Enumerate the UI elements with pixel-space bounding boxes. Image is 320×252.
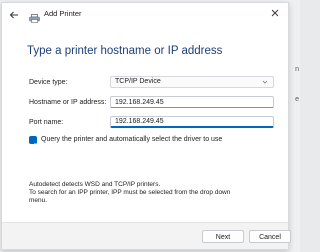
query-printer-checkbox[interactable] — [29, 136, 37, 148]
window-title: Add Printer — [44, 9, 82, 18]
page-heading: Type a printer hostname or IP address — [27, 45, 223, 57]
info-text-line: To search for an IPP printer, IPP must b… — [29, 189, 231, 196]
title-bar: Add Printer — [2, 3, 288, 25]
port-name-label: Port name: — [29, 119, 64, 126]
port-name-input[interactable] — [110, 116, 274, 128]
info-text-line: menu. — [29, 197, 48, 204]
close-icon[interactable] — [268, 6, 282, 20]
device-type-dropdown[interactable]: TCP/IP Device — [110, 76, 274, 88]
background-text-fragment: n — [295, 66, 299, 73]
device-type-label: Device type: — [29, 79, 68, 86]
background-text-fragment: e — [295, 96, 299, 103]
dialog-footer: Next Cancel — [2, 222, 291, 249]
add-printer-dialog: Add Printer Type a printer hostname or I… — [1, 2, 291, 250]
checkmark-icon — [30, 143, 36, 148]
chevron-down-icon — [262, 79, 268, 85]
query-printer-label[interactable]: Query the printer and automatically sele… — [41, 136, 222, 143]
next-button[interactable]: Next — [202, 230, 244, 243]
back-arrow-icon[interactable] — [8, 8, 20, 20]
hostname-label: Hostname or IP address: — [29, 99, 107, 106]
info-text-line: Autodetect detects WSD and TCP/IP printe… — [29, 181, 161, 188]
printer-icon — [29, 10, 40, 23]
hostname-input[interactable] — [110, 96, 274, 108]
cancel-button[interactable]: Cancel — [249, 230, 291, 243]
device-type-value: TCP/IP Device — [115, 78, 161, 85]
